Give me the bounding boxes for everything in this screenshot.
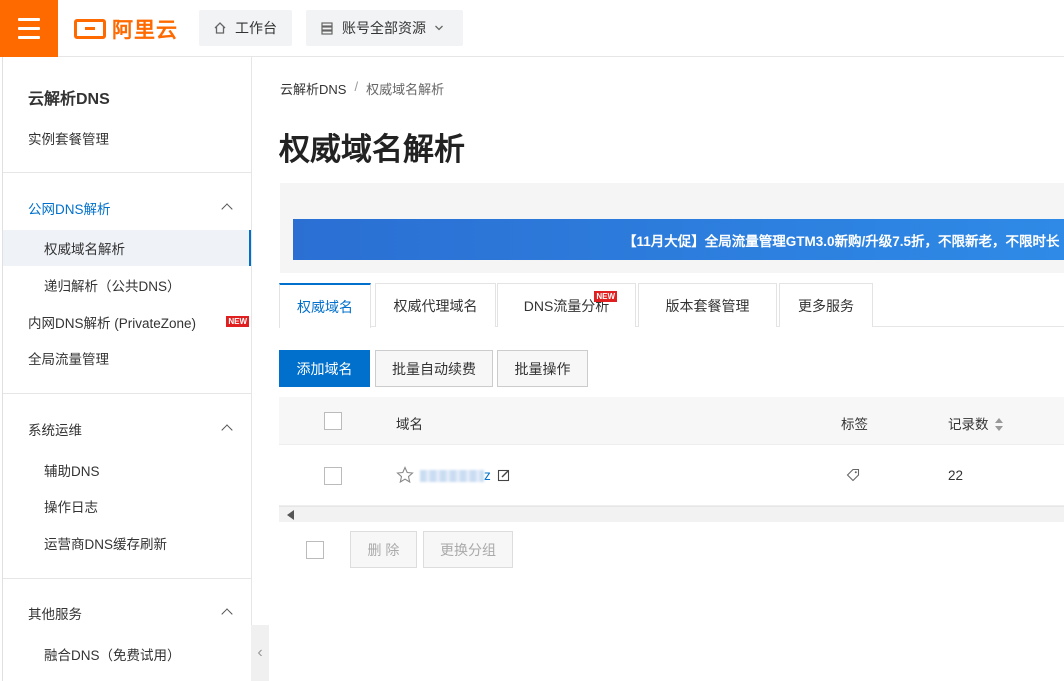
promo-banner[interactable]: 【11月大促】全局流量管理GTM3.0新购/升级7.5折，不限新老，不限时长 xyxy=(293,219,1064,260)
chevron-up-icon xyxy=(221,424,233,436)
menu-icon[interactable] xyxy=(0,0,58,57)
logo-mark xyxy=(74,19,106,39)
tab-bar: 权威域名 权威代理域名 DNS流量分析 NEW 版本套餐管理 更多服务 xyxy=(279,283,1064,328)
sidebar-collapse-button[interactable]: ‹ xyxy=(251,625,269,681)
sidebar-item-secondary-dns[interactable]: 辅助DNS xyxy=(3,452,251,488)
sidebar-item-operation-log[interactable]: 操作日志 xyxy=(3,488,251,524)
horizontal-scrollbar[interactable] xyxy=(279,506,1064,522)
footer-select-all-checkbox[interactable] xyxy=(306,541,324,559)
tab-label: 权威代理域名 xyxy=(393,297,478,314)
domain-link[interactable]: z xyxy=(420,468,491,483)
edit-icon[interactable] xyxy=(497,468,511,482)
column-header-domain: 域名 xyxy=(396,417,423,432)
tab-dns-traffic-analysis[interactable]: DNS流量分析 NEW xyxy=(497,283,636,327)
logo-text: 阿里云 xyxy=(112,19,178,42)
sidebar-group-ops[interactable]: 系统运维 xyxy=(3,411,251,447)
batch-renew-button[interactable]: 批量自动续费 xyxy=(375,350,493,387)
breadcrumb-current: 权威域名解析 xyxy=(366,82,445,97)
change-group-button[interactable]: 更换分组 xyxy=(423,531,513,568)
select-all-checkbox[interactable] xyxy=(324,412,342,430)
breadcrumb-separator: / xyxy=(354,79,359,94)
new-badge: NEW xyxy=(594,291,617,302)
sidebar-item-fusion-dns[interactable]: 融合DNS（免费试用） xyxy=(3,636,251,672)
batch-operations-button[interactable]: 批量操作 xyxy=(497,350,588,387)
tab-label: 更多服务 xyxy=(798,297,854,314)
sidebar-item-label: 辅助DNS xyxy=(44,464,100,479)
top-navbar: 阿里云 工作台 账号全部资源 xyxy=(0,0,1064,57)
database-icon xyxy=(321,22,333,35)
sidebar-item-authoritative-dns[interactable]: 权威域名解析 xyxy=(3,230,251,266)
sidebar-item-privatezone[interactable]: 内网DNS解析 (PrivateZone) NEW xyxy=(3,304,251,340)
table-row: z 22 xyxy=(279,446,1064,506)
scroll-left-icon[interactable] xyxy=(287,510,294,520)
sidebar-item-label: 系统运维 xyxy=(28,423,82,438)
banner-area: 【11月大促】全局流量管理GTM3.0新购/升级7.5折，不限新老，不限时长 xyxy=(280,183,1064,273)
sidebar-group-public-dns[interactable]: 公网DNS解析 xyxy=(3,190,251,226)
sidebar-group-other[interactable]: 其他服务 xyxy=(3,595,251,631)
sidebar-item-label: 融合DNS（免费试用） xyxy=(44,648,181,663)
divider xyxy=(3,578,252,579)
star-icon[interactable] xyxy=(396,466,414,484)
column-header-records[interactable]: 记录数 xyxy=(948,413,1003,433)
tab-label: 版本套餐管理 xyxy=(665,297,750,314)
chevron-up-icon xyxy=(221,608,233,620)
resources-dropdown[interactable]: 账号全部资源 xyxy=(306,10,463,46)
sidebar-item-label: 其他服务 xyxy=(28,607,82,622)
domain-cell: z xyxy=(396,466,511,484)
tab-more-services[interactable]: 更多服务 xyxy=(779,283,873,327)
sidebar-title: 云解析DNS xyxy=(28,91,110,108)
sidebar-item-label: 全局流量管理 xyxy=(28,352,109,367)
chevron-left-icon: ‹ xyxy=(257,644,263,661)
workbench-label: 工作台 xyxy=(235,20,277,36)
aliyun-logo[interactable]: 阿里云 xyxy=(74,16,178,42)
delete-button[interactable]: 删 除 xyxy=(350,531,417,568)
chevron-up-icon xyxy=(221,203,233,215)
row-checkbox[interactable] xyxy=(324,467,342,485)
table-header: 域名 标签 记录数 xyxy=(279,397,1064,445)
divider xyxy=(3,172,252,173)
sidebar-item-label: 权威域名解析 xyxy=(44,242,125,257)
divider xyxy=(3,393,252,394)
add-domain-button[interactable]: 添加域名 xyxy=(279,350,370,387)
sidebar: 云解析DNS 实例套餐管理 公网DNS解析 权威域名解析 递归解析（公共DNS）… xyxy=(2,57,252,681)
sidebar-item-label: 实例套餐管理 xyxy=(28,132,109,147)
sidebar-item-gtm[interactable]: 全局流量管理 xyxy=(3,340,251,376)
sidebar-item-label: 递归解析（公共DNS） xyxy=(44,279,181,294)
sidebar-item-label: 运营商DNS缓存刷新 xyxy=(44,537,168,552)
column-header-records-label: 记录数 xyxy=(948,417,989,432)
resources-label: 账号全部资源 xyxy=(342,20,426,36)
tag-icon[interactable] xyxy=(846,468,860,485)
tab-plan-management[interactable]: 版本套餐管理 xyxy=(638,283,777,327)
domain-redacted xyxy=(420,469,484,482)
domain-suffix: z xyxy=(484,467,491,483)
sidebar-item-label: 公网DNS解析 xyxy=(28,202,111,217)
sidebar-item-label: 内网DNS解析 (PrivateZone) xyxy=(28,316,197,331)
promo-banner-text: 【11月大促】全局流量管理GTM3.0新购/升级7.5折，不限新老，不限时长 xyxy=(623,233,1060,249)
sort-icon[interactable] xyxy=(994,418,1003,432)
home-icon xyxy=(214,22,226,34)
breadcrumb: 云解析DNS / 权威域名解析 xyxy=(280,79,444,98)
tab-proxy-domains[interactable]: 权威代理域名 xyxy=(375,283,496,327)
breadcrumb-root[interactable]: 云解析DNS xyxy=(280,79,346,98)
new-badge: NEW xyxy=(226,316,249,327)
page-title: 权威域名解析 xyxy=(279,132,465,167)
column-header-tag: 标签 xyxy=(841,417,868,432)
chevron-down-icon xyxy=(435,25,443,31)
sidebar-item-cache-refresh[interactable]: 运营商DNS缓存刷新 xyxy=(3,525,251,561)
sidebar-item-instance-plan[interactable]: 实例套餐管理 xyxy=(3,120,251,156)
tab-authoritative-domains[interactable]: 权威域名 xyxy=(279,283,371,328)
sidebar-item-label: 操作日志 xyxy=(44,500,98,515)
sidebar-item-recursive-dns[interactable]: 递归解析（公共DNS） xyxy=(3,267,251,303)
records-count[interactable]: 22 xyxy=(948,468,963,483)
workbench-button[interactable]: 工作台 xyxy=(199,10,292,46)
tab-label: 权威域名 xyxy=(297,298,353,315)
